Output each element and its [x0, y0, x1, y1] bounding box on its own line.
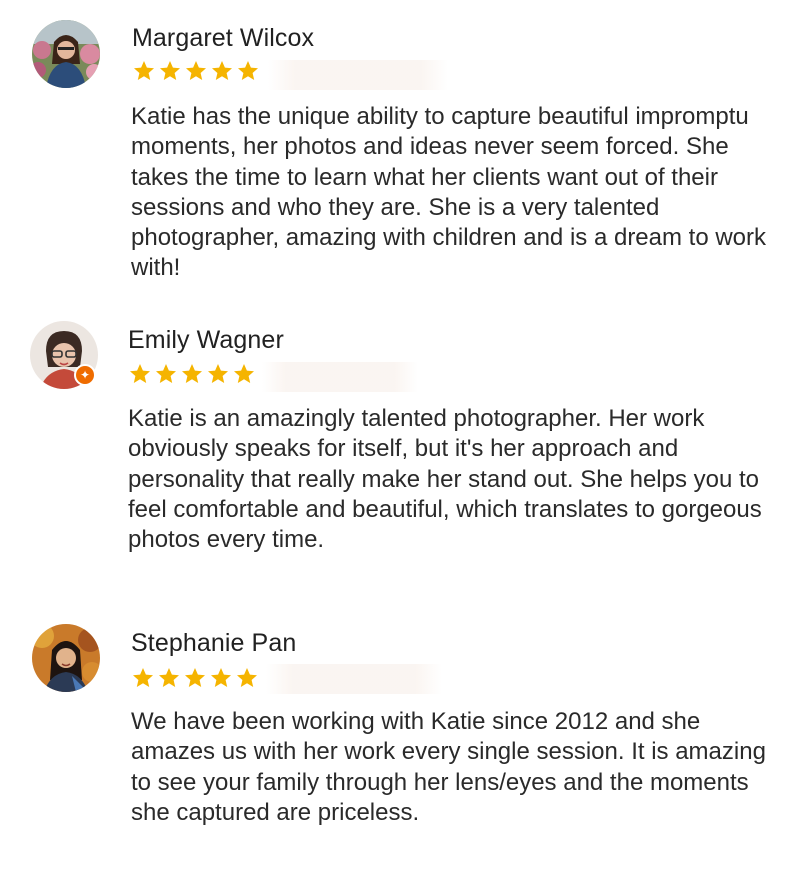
- review-card: Stephanie Pan We have been working with …: [0, 0, 800, 885]
- star-icon: [235, 666, 259, 690]
- star-icon: [209, 666, 233, 690]
- review-text: We have been working with Katie since 20…: [131, 708, 766, 826]
- star-icon: [131, 666, 155, 690]
- rating-row-highlight: [266, 664, 442, 694]
- star-icon: [183, 666, 207, 690]
- star-icon: [157, 666, 181, 690]
- reviewer-name[interactable]: Stephanie Pan: [131, 629, 296, 658]
- star-rating: [131, 666, 259, 690]
- reviewer-avatar[interactable]: [32, 624, 100, 692]
